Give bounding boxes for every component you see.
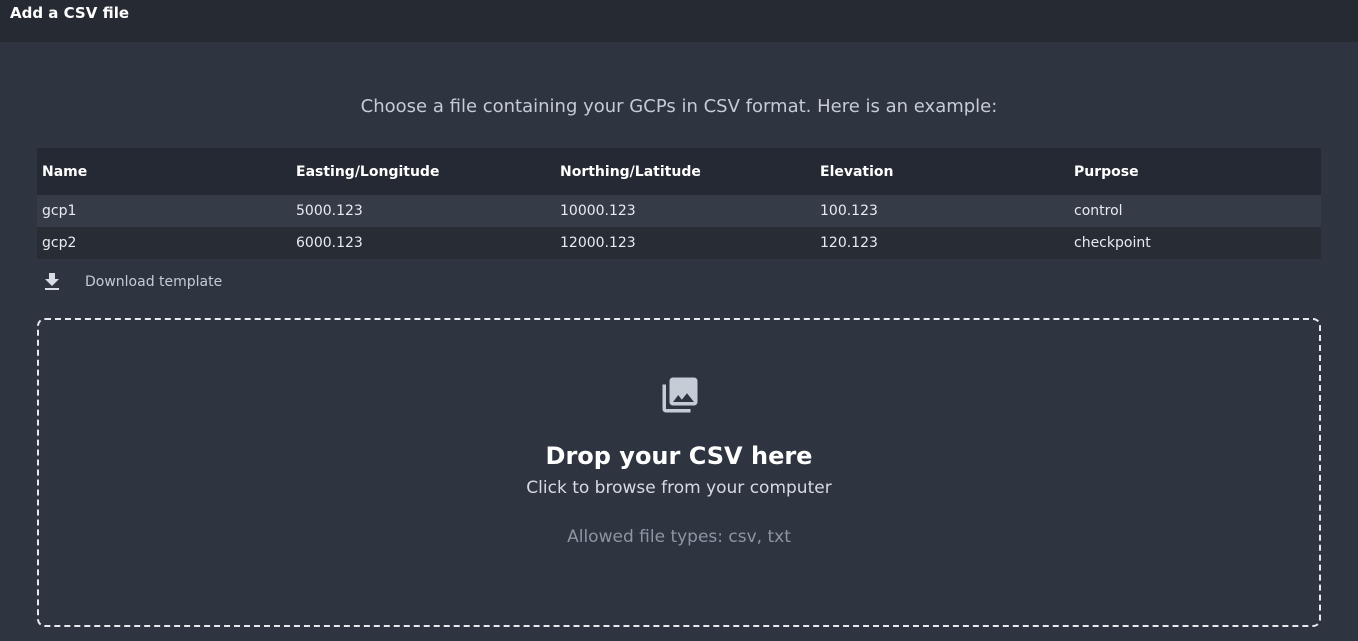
column-header-purpose: Purpose: [1074, 163, 1139, 180]
example-table: Name Easting/Longitude Northing/Latitude…: [37, 148, 1321, 259]
table-row: gcp1 5000.123 10000.123 100.123 control: [37, 195, 1321, 227]
table-cell: control: [1074, 203, 1123, 219]
csv-dropzone[interactable]: Drop your CSV here Click to browse from …: [37, 318, 1321, 627]
table-cell: 6000.123: [296, 235, 363, 251]
table-header-row: Name Easting/Longitude Northing/Latitude…: [37, 148, 1321, 195]
table-cell: 5000.123: [296, 203, 363, 219]
table-cell: checkpoint: [1074, 235, 1151, 251]
table-cell: 12000.123: [560, 235, 636, 251]
table-cell: gcp2: [42, 235, 77, 251]
column-header-name: Name: [42, 163, 88, 180]
download-icon: [40, 270, 64, 294]
image-library-icon: [659, 374, 701, 416]
intro-text: Choose a file containing your GCPs in CS…: [360, 96, 998, 117]
dialog-title: Add a CSV file: [10, 4, 130, 22]
dialog-header: Add a CSV file: [0, 0, 1358, 42]
column-header-elevation: Elevation: [820, 163, 894, 180]
dropzone-title: Drop your CSV here: [545, 442, 813, 470]
table-row: gcp2 6000.123 12000.123 120.123 checkpoi…: [37, 227, 1321, 259]
table-cell: 100.123: [820, 203, 878, 219]
table-cell: 10000.123: [560, 203, 636, 219]
download-template-button[interactable]: Download template: [40, 270, 222, 294]
dropzone-subtitle: Click to browse from your computer: [526, 478, 832, 498]
column-header-easting: Easting/Longitude: [296, 163, 440, 180]
download-template-label: Download template: [85, 274, 223, 290]
table-cell: 120.123: [820, 235, 878, 251]
allowed-file-types: Allowed file types: csv, txt: [567, 527, 791, 547]
table-cell: gcp1: [42, 203, 77, 219]
column-header-northing: Northing/Latitude: [560, 163, 701, 180]
